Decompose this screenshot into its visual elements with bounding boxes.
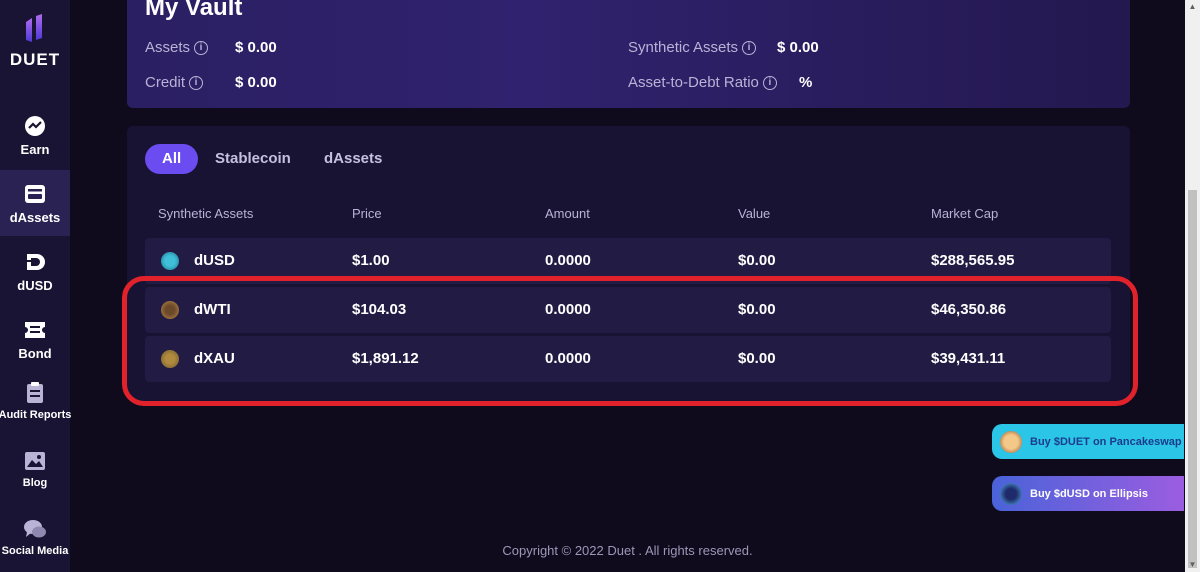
asset-price: $1.00 [352, 252, 390, 269]
info-icon[interactable]: i [194, 40, 209, 55]
tab-all[interactable]: All [145, 144, 199, 174]
sidebar-item-earn[interactable]: Earn [0, 102, 70, 168]
asset-amount: 0.0000 [545, 252, 591, 269]
table-row[interactable]: dWTI $104.03 0.0000 $0.00 $46,350.86 [145, 287, 1111, 333]
buy-duet-pancakeswap-button[interactable]: Buy $DUET on Pancakeswap [992, 424, 1184, 459]
bond-icon [25, 321, 45, 338]
dusd-coin-icon [161, 252, 179, 270]
asset-to-debt-ratio-label: Asset-to-Debt Ratio i [628, 74, 777, 91]
asset-value: $0.00 [738, 301, 776, 318]
footer-copyright: Copyright © 2022 Duet . All rights reser… [502, 543, 753, 558]
sidebar-item-label: Blog [22, 477, 48, 489]
asset-to-debt-ratio-value: % [799, 74, 813, 91]
asset-market-cap: $46,350.86 [931, 301, 1007, 318]
synthetic-assets-panel: All Stablecoin dAssets Synthetic Assets … [127, 126, 1130, 402]
synthetic-assets-label: Synthetic Assets i [628, 39, 757, 56]
column-header-value[interactable]: Value [738, 206, 770, 221]
pancakeswap-icon [1000, 430, 1022, 453]
asset-market-cap: $39,431.11 [931, 350, 1006, 367]
sidebar: DUET Earn dAssets dUSD Bond Audit Report… [0, 0, 72, 572]
buy-dusd-ellipsis-button[interactable]: Buy $dUSD on Ellipsis [992, 476, 1184, 511]
dusd-icon [25, 253, 45, 270]
credit-value: $ 0.00 [235, 74, 277, 91]
sidebar-item-label: Bond [18, 345, 52, 361]
dxau-coin-icon [161, 350, 179, 368]
column-header-synthetic-assets[interactable]: Synthetic Assets [158, 206, 253, 221]
asset-name: dUSD [194, 252, 235, 269]
sidebar-item-dassets[interactable]: dAssets [0, 170, 70, 236]
asset-price: $1,891.12 [352, 350, 419, 367]
synthetic-assets-value: $ 0.00 [777, 39, 819, 56]
assets-value: $ 0.00 [235, 39, 277, 56]
scroll-up-icon[interactable]: ▲ [1185, 0, 1200, 14]
column-header-market-cap[interactable]: Market Cap [931, 206, 998, 221]
table-row[interactable]: dXAU $1,891.12 0.0000 $0.00 $39,431.11 [145, 336, 1111, 382]
tab-stablecoin[interactable]: Stablecoin [215, 144, 291, 174]
sidebar-item-label: dAssets [9, 209, 61, 225]
earn-icon [25, 115, 45, 136]
asset-price: $104.03 [352, 301, 407, 318]
scroll-thumb[interactable] [1188, 190, 1197, 568]
table-row[interactable]: dUSD $1.00 0.0000 $0.00 $288,565.95 [145, 238, 1111, 284]
sidebar-item-label: Audit Reports [0, 409, 72, 421]
asset-value: $0.00 [738, 252, 776, 269]
sidebar-item-label: dUSD [17, 277, 53, 293]
page-scrollbar[interactable]: ▲ ▼ [1185, 0, 1200, 572]
asset-name: dXAU [194, 350, 235, 367]
duet-logo-icon [26, 14, 42, 42]
dwti-coin-icon [161, 301, 179, 319]
info-icon[interactable]: i [762, 75, 777, 90]
asset-amount: 0.0000 [545, 350, 591, 367]
vault-title: My Vault [145, 0, 243, 21]
sidebar-item-social-media[interactable]: Social Media [0, 504, 70, 570]
duet-logo[interactable]: DUET [0, 14, 70, 70]
dassets-icon [25, 184, 45, 203]
buy-dusd-label: Buy $dUSD on Ellipsis [1030, 487, 1148, 500]
column-header-price[interactable]: Price [352, 206, 382, 221]
sidebar-item-blog[interactable]: Blog [0, 436, 70, 502]
sidebar-item-audit-reports[interactable]: Audit Reports [0, 368, 72, 434]
sidebar-item-label: Earn [20, 141, 50, 157]
credit-label: Credit i [145, 74, 204, 91]
asset-amount: 0.0000 [545, 301, 591, 318]
info-icon[interactable]: i [189, 75, 204, 90]
my-vault-panel: My Vault Assets i $ 0.00 Credit i $ 0.00… [127, 0, 1130, 108]
social-media-icon [24, 520, 46, 538]
scroll-down-icon[interactable]: ▼ [1185, 558, 1200, 572]
sidebar-item-bond[interactable]: Bond [0, 306, 70, 372]
blog-icon [25, 452, 45, 470]
asset-value: $0.00 [738, 350, 776, 367]
buy-duet-label: Buy $DUET on Pancakeswap [1030, 435, 1182, 448]
audit-report-icon [27, 382, 43, 403]
asset-market-cap: $288,565.95 [931, 252, 1015, 269]
ellipsis-icon [1000, 482, 1022, 505]
assets-label: Assets i [145, 39, 209, 56]
info-icon[interactable]: i [742, 40, 757, 55]
sidebar-item-dusd[interactable]: dUSD [0, 238, 70, 304]
column-header-amount[interactable]: Amount [545, 206, 590, 221]
brand-name: DUET [9, 50, 61, 69]
asset-name: dWTI [194, 301, 231, 318]
tab-dassets[interactable]: dAssets [324, 144, 382, 174]
